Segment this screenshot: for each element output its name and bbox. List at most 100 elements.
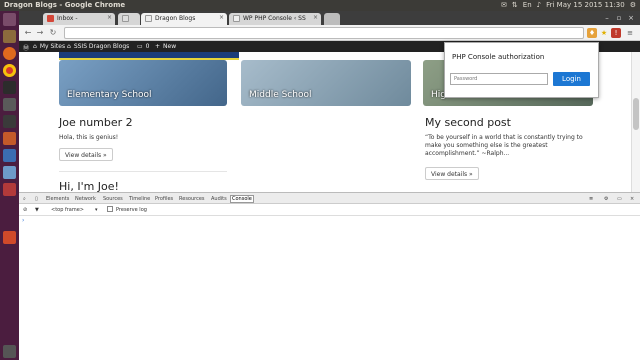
settings-gear-icon[interactable]: ⚙ [604, 196, 608, 202]
app-icon[interactable] [3, 98, 16, 111]
banner-label: Elementary School [67, 90, 152, 100]
tab-label: Dragon Blogs [155, 15, 196, 22]
volume-icon[interactable]: ♪ [537, 1, 541, 9]
new-content-menu[interactable]: + New [155, 43, 176, 50]
post-title[interactable]: Joe number 2 [59, 116, 133, 129]
system-tray: ✉ ⇅ En ♪ Fri May 15 2015 11:30 ⚙ [501, 1, 636, 9]
tab-dragon-blogs[interactable]: Dragon Blogs × [141, 13, 227, 25]
tab-blank[interactable] [118, 13, 140, 25]
clear-console-icon[interactable]: ⊘ [23, 207, 27, 213]
tab-label: WP PHP Console ‹ SS [243, 15, 306, 22]
close-icon[interactable]: × [219, 14, 224, 21]
app-icon-4[interactable] [3, 183, 16, 196]
page-scrollbar[interactable] [631, 52, 640, 192]
back-icon[interactable]: ← [23, 28, 33, 38]
dock-icon[interactable]: ▭ [617, 196, 622, 202]
trash-icon[interactable] [3, 345, 16, 358]
home-icon: ⌂ [67, 43, 71, 50]
close-icon[interactable]: × [313, 14, 318, 21]
prompt-chevron: › [22, 217, 25, 224]
window-title: Dragon Blogs - Google Chrome [4, 1, 126, 9]
post-excerpt: “To be yourself in a world that is const… [425, 134, 583, 157]
php-console-icon[interactable]: ! [611, 28, 621, 38]
dash-icon[interactable] [3, 13, 16, 26]
password-input[interactable] [450, 73, 548, 85]
files-icon[interactable] [3, 30, 16, 43]
tab-console-label: Console [230, 195, 254, 203]
forward-icon[interactable]: → [35, 28, 45, 38]
drawer-icon[interactable]: ≣ [589, 196, 593, 202]
tab-audits[interactable]: Audits [211, 196, 227, 202]
clock[interactable]: Fri May 15 2015 11:30 [546, 1, 625, 9]
network-icon[interactable]: ⇅ [512, 1, 518, 9]
address-bar[interactable] [64, 27, 584, 39]
my-sites-label: My Sites [39, 43, 66, 50]
inspect-icon[interactable]: ⌕ [23, 196, 26, 202]
app-icon-3[interactable] [3, 166, 16, 179]
terminal-icon[interactable] [3, 81, 16, 94]
settings-icon[interactable] [3, 115, 16, 128]
new-tab-button[interactable] [324, 13, 340, 25]
gmail-icon [47, 15, 54, 22]
devtools-panel: ⌕ ▯ Elements Network Sources Timeline Pr… [19, 192, 640, 360]
tab-console[interactable]: Console [230, 195, 254, 203]
tab-sources[interactable]: Sources [103, 196, 123, 202]
maximize-icon[interactable]: ▫ [614, 13, 624, 22]
popup-title: PHP Console authorization [452, 53, 545, 61]
chrome-icon[interactable] [3, 64, 16, 77]
login-button[interactable]: Login [553, 72, 590, 86]
tab-network[interactable]: Network [75, 196, 96, 202]
tab-profiles[interactable]: Profiles [155, 196, 173, 202]
my-sites-menu[interactable]: ⌂ My Sites [33, 43, 65, 50]
page-icon [122, 15, 129, 22]
power-icon[interactable]: ⚙ [630, 1, 636, 9]
view-details-button[interactable]: View details » [59, 148, 113, 161]
close-icon[interactable]: × [107, 14, 112, 21]
mail-icon[interactable]: ✉ [501, 1, 507, 9]
reload-icon[interactable]: ↻ [48, 28, 58, 38]
site-name-label: SSIS Dragon Blogs [73, 43, 130, 50]
site-header-strip [59, 52, 239, 60]
post-title[interactable]: Hi, I'm Joe! [59, 180, 119, 192]
frame-selector[interactable]: <top frame> [51, 207, 84, 213]
wp-logo-icon[interactable]: Ⓦ [23, 43, 29, 52]
preserve-log-label: Preserve log [116, 207, 147, 213]
comments-count: 0 [145, 43, 150, 50]
scrollbar-thumb[interactable] [633, 98, 639, 130]
launcher [0, 11, 19, 360]
system-top-panel: Dragon Blogs - Google Chrome ✉ ⇅ En ♪ Fr… [0, 0, 640, 11]
chevron-down-icon[interactable]: ▾ [95, 207, 98, 213]
banner-elementary[interactable]: Elementary School [59, 60, 227, 106]
comments-menu[interactable]: ▭ 0 [137, 43, 150, 50]
tab-wp-php-console[interactable]: WP PHP Console ‹ SS × [229, 13, 321, 25]
filter-icon[interactable]: ▼ [35, 207, 39, 213]
tab-strip: Inbox - × Dragon Blogs × WP PHP Console … [19, 11, 640, 25]
tab-elements[interactable]: Elements [46, 196, 69, 202]
post-title[interactable]: My second post [425, 116, 511, 129]
page-icon [145, 15, 152, 22]
banner-middle[interactable]: Middle School [241, 60, 411, 106]
extension-icon[interactable]: ♦ [587, 28, 597, 38]
console-prompt[interactable]: › [19, 216, 640, 226]
divider [59, 171, 227, 172]
app-icon-5[interactable] [3, 231, 16, 244]
browser-window: Inbox - × Dragon Blogs × WP PHP Console … [19, 11, 640, 360]
keyboard-icon[interactable]: En [523, 1, 532, 9]
close-window-icon[interactable]: × [626, 13, 636, 22]
device-mode-icon[interactable]: ▯ [35, 196, 38, 202]
my-sites-icon: ⌂ [33, 43, 37, 50]
devtools-tab-bar: ⌕ ▯ Elements Network Sources Timeline Pr… [19, 193, 640, 204]
bookmark-star-icon[interactable]: ★ [599, 28, 609, 38]
preserve-log-checkbox[interactable] [107, 206, 113, 212]
chrome-menu-icon[interactable]: ≡ [625, 28, 635, 38]
tab-gmail[interactable]: Inbox - × [43, 13, 115, 25]
firefox-icon[interactable] [3, 47, 16, 60]
tab-timeline[interactable]: Timeline [129, 196, 150, 202]
close-devtools-icon[interactable]: × [630, 196, 634, 202]
text-editor-icon[interactable] [3, 132, 16, 145]
tab-resources[interactable]: Resources [179, 196, 205, 202]
view-details-button[interactable]: View details » [425, 167, 479, 180]
site-name-menu[interactable]: ⌂ SSIS Dragon Blogs [67, 43, 129, 50]
minimize-icon[interactable]: – [602, 13, 612, 22]
app-icon-2[interactable] [3, 149, 16, 162]
